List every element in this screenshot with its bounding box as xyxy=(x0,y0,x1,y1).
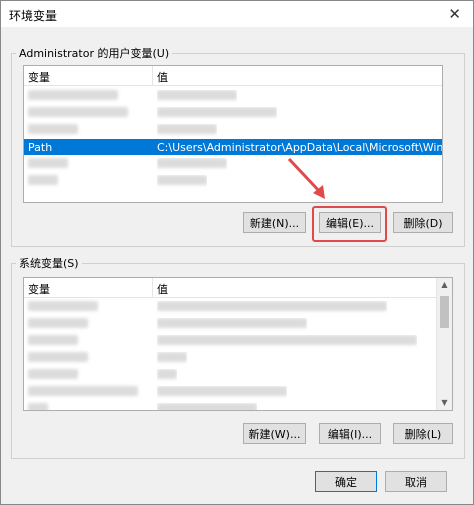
list-item[interactable] xyxy=(24,401,452,410)
blurred-text xyxy=(28,124,78,134)
list-item[interactable] xyxy=(24,105,442,121)
system-list-header: 变量 值 xyxy=(24,278,452,298)
list-item[interactable] xyxy=(24,316,452,332)
system-new-button[interactable]: 新建(W)... xyxy=(243,423,306,444)
user-variables-legend: Administrator 的用户变量(U) xyxy=(19,47,170,60)
user-new-button[interactable]: 新建(N)... xyxy=(243,212,306,233)
user-delete-button[interactable]: 删除(D) xyxy=(393,212,453,233)
system-edit-button[interactable]: 编辑(I)... xyxy=(319,423,381,444)
window-title: 环境变量 xyxy=(9,9,58,23)
blurred-text xyxy=(28,301,98,311)
column-header-variable[interactable]: 变量 xyxy=(28,69,50,85)
blurred-text xyxy=(157,107,277,117)
user-list-header: 变量 值 xyxy=(24,66,442,86)
blurred-text xyxy=(157,124,217,134)
close-icon[interactable]: ✕ xyxy=(448,5,461,23)
system-list-scrollbar[interactable]: ▲ ▼ xyxy=(436,278,452,410)
scroll-down-icon[interactable]: ▼ xyxy=(437,396,452,410)
blurred-text xyxy=(157,403,257,410)
blurred-text xyxy=(157,369,177,379)
annotation-arrow-icon xyxy=(287,157,325,199)
annotation-highlight-box xyxy=(312,206,387,242)
column-header-value[interactable]: 值 xyxy=(157,69,168,85)
list-item[interactable] xyxy=(24,384,452,400)
scroll-thumb[interactable] xyxy=(440,296,449,328)
blurred-text xyxy=(157,335,417,345)
user-variables-list[interactable]: 变量 值 Path C:\Users\Administrator\AppData… xyxy=(23,65,443,203)
column-header-value[interactable]: 值 xyxy=(157,281,168,297)
blurred-text xyxy=(157,352,187,362)
blurred-text xyxy=(28,90,118,100)
blurred-text xyxy=(157,175,207,185)
list-item-path[interactable]: Path C:\Users\Administrator\AppData\Loca… xyxy=(24,139,442,155)
blurred-text xyxy=(157,318,307,328)
scroll-up-icon[interactable]: ▲ xyxy=(437,278,452,292)
list-item[interactable] xyxy=(24,156,442,172)
ok-button[interactable]: 确定 xyxy=(315,471,377,492)
blurred-text xyxy=(28,318,88,328)
column-divider[interactable] xyxy=(152,278,153,297)
title-bar: 环境变量 ✕ xyxy=(1,1,473,27)
blurred-text xyxy=(157,386,287,396)
blurred-text xyxy=(157,158,227,168)
column-header-variable[interactable]: 变量 xyxy=(28,281,50,297)
path-variable-name: Path xyxy=(28,141,53,154)
list-item[interactable] xyxy=(24,88,442,104)
system-delete-button[interactable]: 删除(L) xyxy=(393,423,453,444)
blurred-text xyxy=(28,175,58,185)
blurred-text xyxy=(28,107,128,117)
blurred-text xyxy=(157,301,387,311)
blurred-text xyxy=(28,158,68,168)
list-item[interactable] xyxy=(24,122,442,138)
cancel-button[interactable]: 取消 xyxy=(385,471,447,492)
blurred-text xyxy=(28,386,138,396)
blurred-text xyxy=(28,335,78,345)
blurred-text xyxy=(28,352,88,362)
environment-variables-dialog: 环境变量 ✕ Administrator 的用户变量(U) 变量 值 Path … xyxy=(0,0,474,505)
blurred-text xyxy=(28,403,48,410)
list-item[interactable] xyxy=(24,367,452,383)
blurred-text xyxy=(157,90,237,100)
system-variables-list[interactable]: 变量 值 ▲ ▼ xyxy=(23,277,453,411)
list-item[interactable] xyxy=(24,333,452,349)
list-item[interactable] xyxy=(24,350,452,366)
system-variables-legend: 系统变量(S) xyxy=(19,257,79,270)
column-divider[interactable] xyxy=(152,66,153,85)
list-item[interactable] xyxy=(24,173,442,189)
blurred-text xyxy=(28,369,78,379)
list-item[interactable] xyxy=(24,299,452,315)
